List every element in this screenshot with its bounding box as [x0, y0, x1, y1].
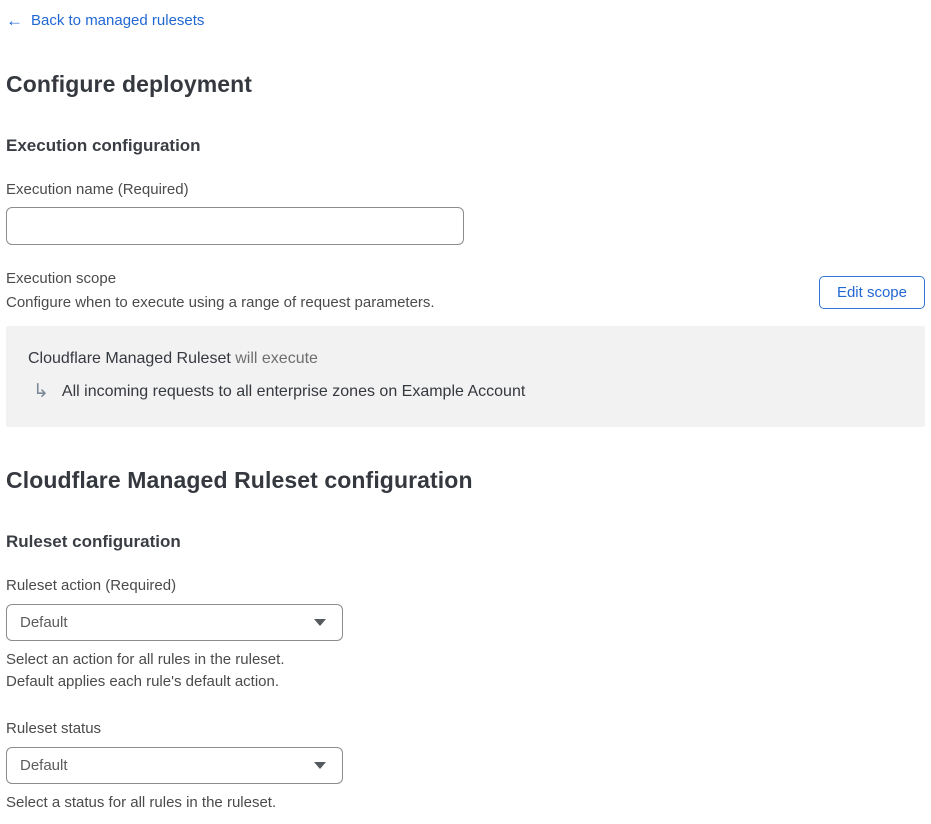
page-title: Configure deployment — [6, 71, 253, 97]
ruleset-configuration-page-title: Cloudflare Managed Ruleset configuration — [6, 467, 473, 493]
ruleset-action-selected-value: Default — [20, 614, 68, 631]
edit-scope-button[interactable]: Edit scope — [818, 276, 925, 309]
chevron-down-icon — [314, 619, 326, 626]
execution-scope-text: Execution scope Configure when to execut… — [6, 270, 435, 311]
execution-summary-scope-line: ↳ All incoming requests to all enterpris… — [28, 382, 903, 401]
ruleset-status-select[interactable]: Default — [6, 747, 343, 784]
execution-name-input[interactable] — [6, 207, 464, 245]
ruleset-action-help-line2: Default applies each rule's default acti… — [6, 673, 280, 690]
configure-deployment-page: ← Back to managed rulesets Configure dep… — [0, 0, 931, 824]
ruleset-status-selected-value: Default — [20, 757, 68, 774]
summary-will-execute: will execute — [230, 350, 318, 367]
execution-scope-row: Execution scope Configure when to execut… — [6, 270, 925, 311]
summary-scope-sentence: All incoming requests to all enterprise … — [61, 382, 526, 400]
execution-summary-line: Cloudflare Managed Ruleset will execute — [28, 350, 903, 368]
execution-name-label: Execution name (Required) — [6, 181, 189, 198]
hook-arrow-icon: ↳ — [33, 381, 49, 402]
ruleset-status-label: Ruleset status — [6, 720, 102, 737]
execution-summary-box: Cloudflare Managed Ruleset will execute … — [6, 326, 925, 427]
back-to-managed-rulesets-link[interactable]: ← Back to managed rulesets — [6, 12, 204, 29]
execution-configuration-heading: Execution configuration — [6, 136, 201, 155]
execution-scope-description: Configure when to execute using a range … — [6, 294, 435, 311]
chevron-down-icon — [314, 762, 326, 769]
back-link-label: Back to managed rulesets — [31, 12, 205, 29]
ruleset-action-select[interactable]: Default — [6, 604, 343, 641]
ruleset-status-help-line1: Select a status for all rules in the rul… — [6, 794, 277, 811]
summary-ruleset-name: Cloudflare Managed Ruleset — [28, 350, 231, 367]
ruleset-action-label: Ruleset action (Required) — [6, 577, 177, 594]
ruleset-action-help-line1: Select an action for all rules in the ru… — [6, 651, 285, 668]
execution-scope-label: Execution scope — [6, 270, 117, 287]
back-arrow-icon: ← — [6, 11, 23, 30]
ruleset-configuration-heading: Ruleset configuration — [6, 532, 181, 551]
